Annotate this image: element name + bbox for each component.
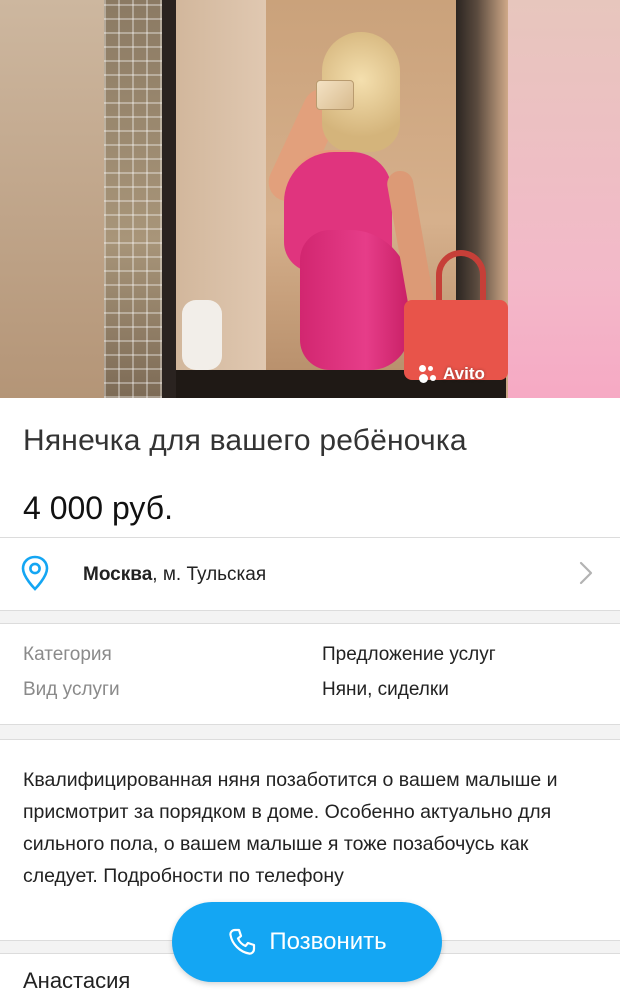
divider (0, 739, 620, 740)
avito-dots-logo-icon (419, 365, 437, 383)
avito-watermark: Avito (419, 364, 485, 384)
listing-photo[interactable]: Avito (0, 0, 620, 398)
param-key: Вид услуги (23, 679, 120, 700)
section-gap (0, 725, 620, 739)
photo-dress-lower (300, 230, 410, 370)
param-value: Предложение услуг (322, 644, 496, 665)
chevron-right-icon (579, 561, 593, 585)
photo-glow (508, 0, 620, 398)
photo-frame (162, 0, 176, 398)
location-metro: , м. Тульская (152, 564, 267, 585)
avito-watermark-text: Avito (443, 364, 485, 383)
params-section: Категория Предложение услуг Вид услуги Н… (0, 624, 620, 724)
listing-title: Нянечка для вашего ребёночка (23, 424, 467, 457)
photo-sink (182, 300, 222, 370)
listing-price: 4 000 руб. (23, 490, 173, 526)
photo-phone (316, 80, 354, 110)
call-button-label: Позвонить (269, 928, 387, 955)
param-key: Категория (23, 644, 112, 665)
location-city: Москва (83, 564, 153, 585)
param-row-service-type: Вид услуги Няни, сиделки (0, 679, 620, 713)
section-gap (0, 611, 620, 623)
photo-wall (0, 0, 105, 398)
listing-description: Квалифицированная няня позаботится о ваш… (23, 769, 558, 887)
location-row[interactable]: Москва, м. Тульская (0, 538, 620, 610)
call-button[interactable]: Позвонить (172, 902, 442, 982)
seller-name[interactable]: Анастасия (23, 968, 130, 994)
location-pin-icon (21, 555, 49, 591)
phone-icon (229, 928, 256, 955)
param-row-category: Категория Предложение услуг (0, 644, 620, 678)
location-text: Москва, м. Тульская (83, 564, 266, 586)
photo-tiles (104, 0, 164, 398)
param-value: Няни, сиделки (322, 679, 449, 700)
